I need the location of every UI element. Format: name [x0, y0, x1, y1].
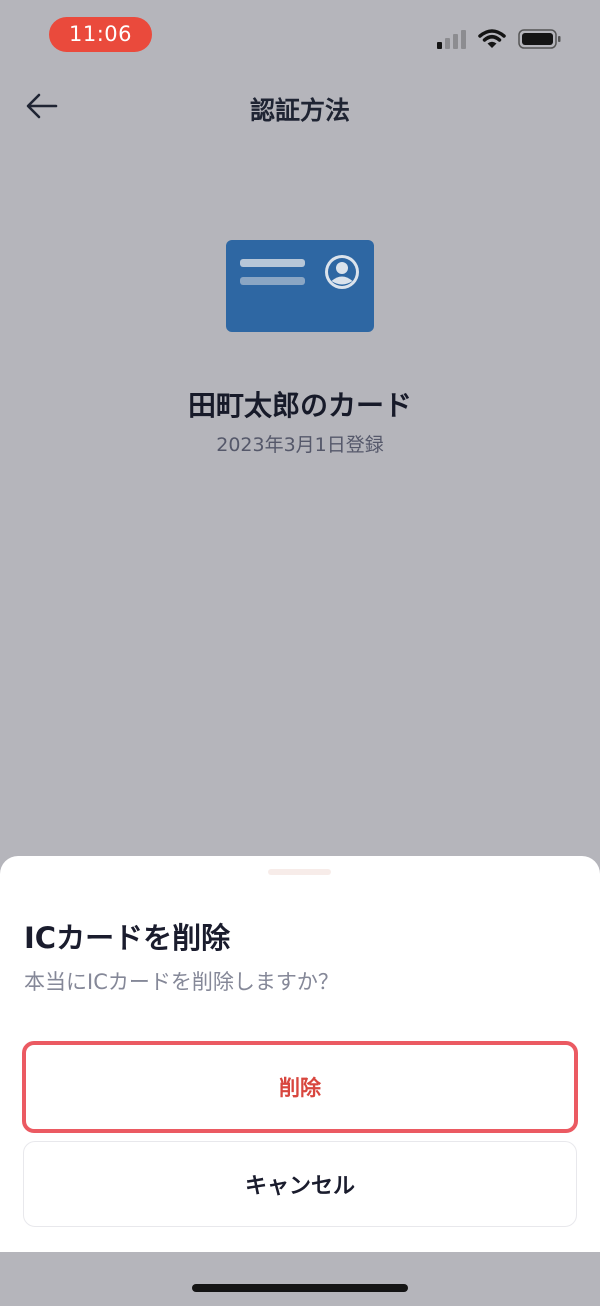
card-registered-date: 2023年3月1日登録: [216, 434, 384, 456]
cancel-button[interactable]: キャンセル: [23, 1141, 577, 1227]
cancel-button-label: キャンセル: [244, 1174, 355, 1199]
sheet-message: 本当にICカードを削除しますか？: [24, 970, 339, 994]
delete-confirmation-sheet: ICカードを削除 本当にICカードを削除しますか？ 削除 キャンセル: [0, 856, 600, 1252]
home-indicator[interactable]: [192, 1284, 408, 1292]
status-bar: 11:06: [0, 0, 600, 70]
id-card-icon: [226, 240, 374, 332]
status-time: 11:06: [49, 17, 152, 52]
header: 認証方法: [0, 78, 600, 138]
delete-button[interactable]: 削除: [22, 1041, 578, 1133]
status-icons: [436, 28, 562, 54]
sheet-drag-handle[interactable]: [268, 869, 331, 875]
sheet-title: ICカードを削除: [24, 921, 231, 955]
card-name: 田町太郎のカード: [187, 389, 412, 422]
wifi-icon: [478, 29, 506, 53]
battery-icon: [518, 28, 562, 54]
signal-icon: [436, 29, 466, 53]
page-title: 認証方法: [249, 96, 350, 125]
delete-button-label: 削除: [279, 1076, 321, 1100]
